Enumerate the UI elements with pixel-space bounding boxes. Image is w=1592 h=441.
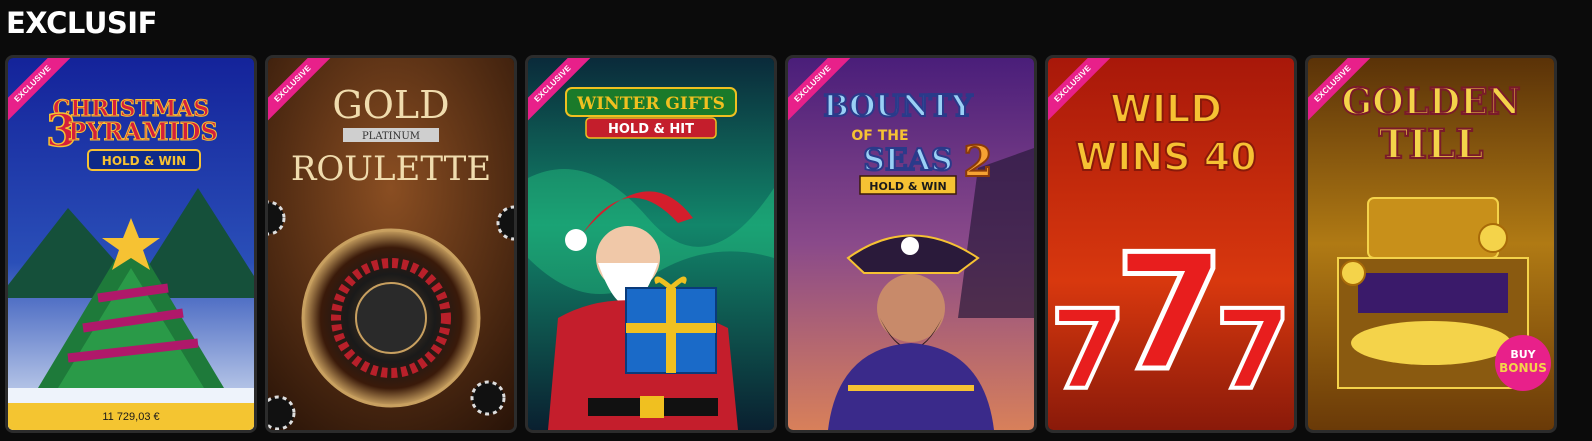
game-thumbnail: GOLDEN TILL BUY BONUS	[1308, 58, 1554, 430]
svg-text:ROULETTE: ROULETTE	[291, 149, 491, 189]
svg-text:7: 7	[1215, 286, 1292, 414]
svg-text:SEAS: SEAS	[863, 143, 952, 178]
svg-text:BONUS: BONUS	[1499, 361, 1547, 375]
game-card-winter-gifts[interactable]: WINTER GIFTS HOLD & HIT EXCLUSIVE	[525, 55, 777, 433]
svg-text:HOLD & HIT: HOLD & HIT	[608, 122, 694, 137]
svg-text:GOLD: GOLD	[332, 83, 449, 127]
game-thumbnail: GOLD PLATINUM ROULETTE	[268, 58, 514, 430]
svg-text:HOLD & WIN: HOLD & WIN	[102, 154, 186, 168]
svg-text:HOLD & WIN: HOLD & WIN	[869, 180, 946, 193]
game-card-3-christmas-pyramids[interactable]: CHRISTMAS 3 PYRAMIDS HOLD & WIN EXCLUSIV…	[5, 55, 257, 433]
svg-text:7: 7	[1114, 219, 1225, 406]
game-card-golden-till[interactable]: GOLDEN TILL BUY BONUS EXCLUSIVE	[1305, 55, 1557, 433]
svg-text:WILD: WILD	[1110, 87, 1222, 131]
game-card-bounty-of-the-seas-2[interactable]: BOUNTY OF THE SEAS 2 HOLD & WIN EXCLUSIV…	[785, 55, 1037, 433]
svg-text:GOLDEN: GOLDEN	[1342, 81, 1521, 123]
game-thumbnail: BOUNTY OF THE SEAS 2 HOLD & WIN	[788, 58, 1034, 430]
svg-text:WINS 40: WINS 40	[1075, 135, 1256, 179]
game-card-wild-wins-40[interactable]: WILD WINS 40 7 7 7 EXCLUSIVE	[1045, 55, 1297, 433]
section-title: EXCLUSIF	[6, 6, 157, 40]
svg-text:BOUNTY: BOUNTY	[823, 89, 973, 124]
svg-text:PYRAMIDS: PYRAMIDS	[68, 117, 218, 146]
jackpot-amount: 11 729,03 €	[8, 403, 254, 430]
game-carousel: CHRISTMAS 3 PYRAMIDS HOLD & WIN EXCLUSIV…	[5, 55, 1557, 433]
svg-text:BUY: BUY	[1510, 348, 1536, 361]
game-card-gold-roulette[interactable]: GOLD PLATINUM ROULETTE EXCLUSIVE	[265, 55, 517, 433]
svg-text:WINTER GIFTS: WINTER GIFTS	[576, 94, 725, 114]
game-thumbnail: CHRISTMAS 3 PYRAMIDS HOLD & WIN	[8, 58, 254, 430]
game-thumbnail: WILD WINS 40 7 7 7	[1048, 58, 1294, 430]
svg-text:TILL: TILL	[1379, 121, 1484, 168]
svg-text:2: 2	[963, 137, 992, 186]
svg-text:OF THE: OF THE	[851, 128, 908, 144]
game-thumbnail: WINTER GIFTS HOLD & HIT	[528, 58, 774, 430]
svg-text:PLATINUM: PLATINUM	[362, 131, 420, 142]
